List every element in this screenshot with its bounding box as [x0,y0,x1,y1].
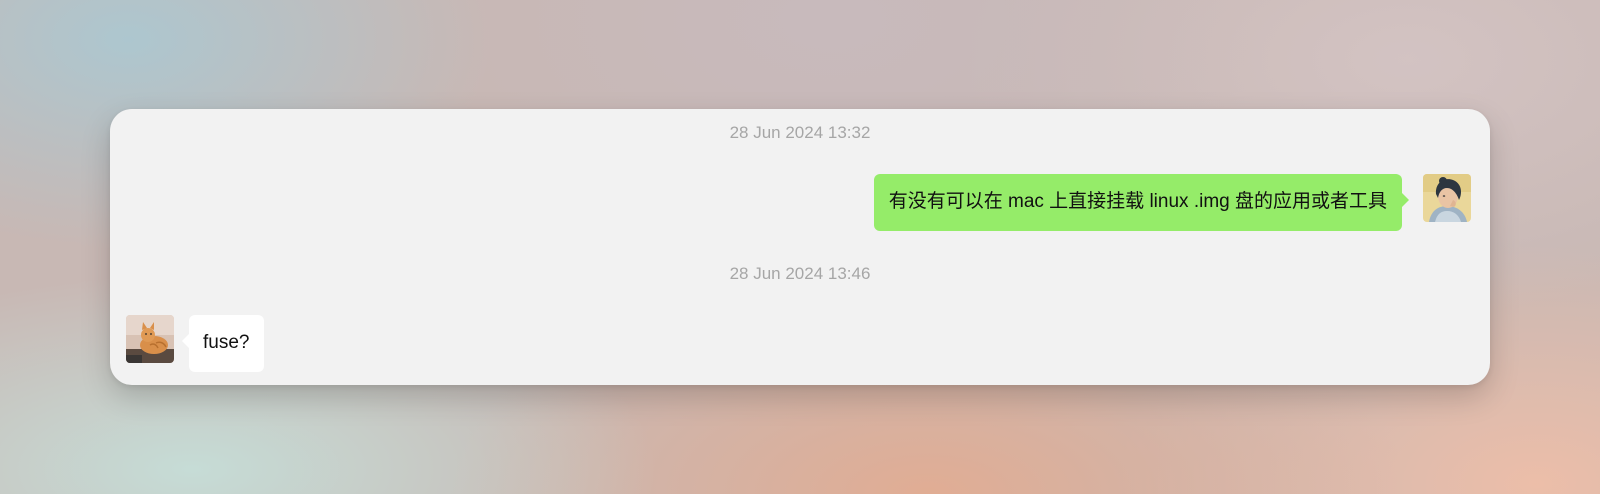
chat-window: 28 Jun 2024 13:32 有没有可以在 mac 上直接挂载 linux… [110,109,1490,385]
outgoing-message-bubble[interactable]: 有没有可以在 mac 上直接挂载 linux .img 盘的应用或者工具 [873,174,1410,231]
contact-avatar-cat-icon [126,315,174,363]
incoming-message-bubble[interactable]: fuse? [181,315,265,372]
contact-avatar-icon[interactable] [126,315,174,363]
user-avatar-portrait-icon [1423,174,1471,222]
message-timestamp: 28 Jun 2024 13:32 [729,123,871,142]
message-timestamp: 28 Jun 2024 13:46 [729,264,871,283]
user-avatar-icon[interactable] [1423,174,1471,222]
